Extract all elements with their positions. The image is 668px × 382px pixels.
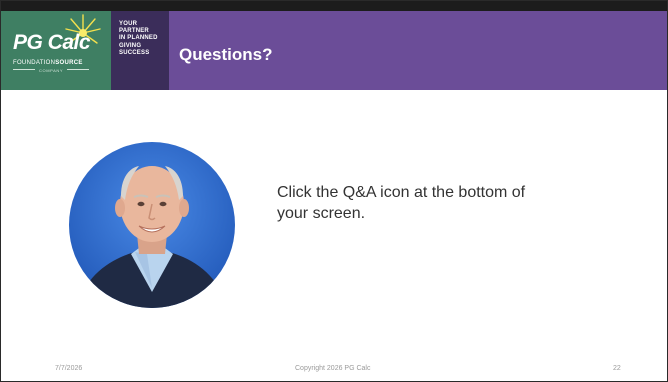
logo-brand: PG Calc [13, 31, 91, 54]
tagline-line: IN PLANNED [119, 35, 158, 42]
tagline-line: YOUR [119, 21, 138, 27]
logo-divider-right [67, 69, 89, 70]
tagline-line: SUCCESS [119, 49, 150, 56]
footer-copyright: Copyright 2026 PG Calc [295, 365, 371, 372]
presenter-portrait [69, 142, 235, 308]
logo-sub-left: FOUNDATION [13, 60, 56, 66]
slide-title: Questions? [179, 45, 273, 64]
tagline-line: GIVING [119, 42, 142, 49]
footer-date: 7/7/2026 [55, 365, 83, 372]
logo-divider-left [13, 69, 35, 70]
presentation-slide: PG Calc FOUNDATIONSOURCE COMPANY YOUR PA… [0, 0, 668, 382]
pg-calc-logo: PG Calc FOUNDATIONSOURCE COMPANY [1, 11, 111, 90]
logo-foundation-source: FOUNDATIONSOURCE [13, 60, 83, 66]
logo-sub-right: SOURCE [55, 60, 83, 66]
presenter-photo [69, 142, 235, 308]
logo-tagline: YOUR PARTNER IN PLANNED GIVING SUCCESS [111, 11, 169, 90]
slide-body-text: Click the Q&A icon at the bottom of your… [277, 184, 526, 222]
footer-page-number: 22 [613, 365, 621, 372]
top-bar [1, 1, 667, 11]
tagline-line: PARTNER [119, 28, 149, 35]
logo-company: COMPANY [39, 68, 64, 73]
tagline-text: YOUR PARTNER IN PLANNED GIVING SUCCESS [119, 21, 158, 57]
